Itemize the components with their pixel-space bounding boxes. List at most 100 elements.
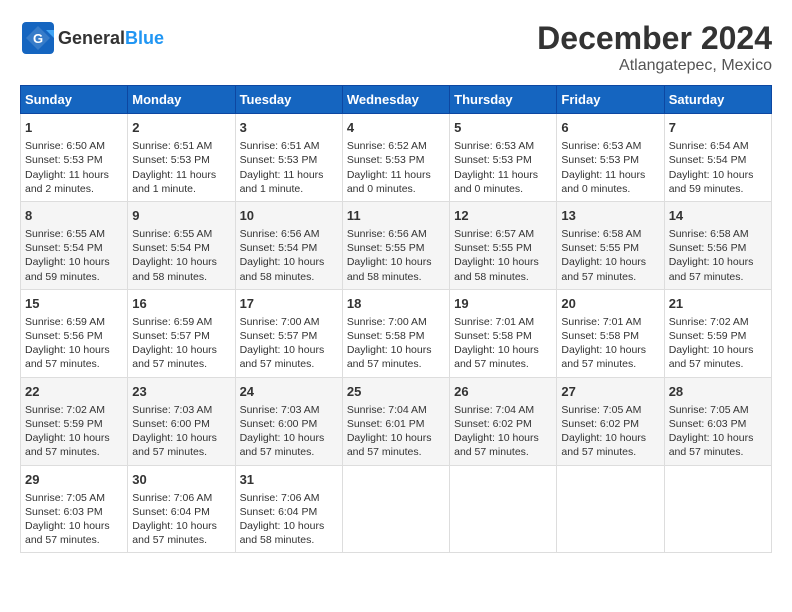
title-block: December 2024 Atlangatepec, Mexico — [537, 20, 772, 75]
day-number: 4 — [347, 119, 445, 137]
day-cell: 25 Sunrise: 7:04 AMSunset: 6:01 PMDayligh… — [342, 377, 449, 465]
day-cell: 16Sunrise: 6:59 AMSunset: 5:57 PMDayligh… — [128, 289, 235, 377]
day-details: Sunrise: 7:01 AMSunset: 5:58 PMDaylight:… — [454, 315, 552, 372]
day-number: 6 — [561, 119, 659, 137]
day-number: 14 — [669, 207, 767, 225]
day-details: Sunrise: 6:57 AMSunset: 5:55 PMDaylight:… — [454, 227, 552, 284]
logo-icon: G — [20, 20, 56, 56]
col-header-wednesday: Wednesday — [342, 86, 449, 114]
day-number: 13 — [561, 207, 659, 225]
svg-text:G: G — [33, 31, 43, 46]
week-row-4: 22 Sunrise: 7:02 AMSunset: 5:59 PMDayligh… — [21, 377, 772, 465]
day-number: 5 — [454, 119, 552, 137]
day-number: 11 — [347, 207, 445, 225]
day-cell — [450, 465, 557, 553]
day-number: 22 — [25, 383, 123, 401]
day-details: Sunrise: 6:50 AMSunset: 5:53 PMDaylight:… — [25, 139, 123, 196]
day-cell: 19 Sunrise: 7:01 AMSunset: 5:58 PMDayligh… — [450, 289, 557, 377]
day-cell: 26 Sunrise: 7:04 AMSunset: 6:02 PMDayligh… — [450, 377, 557, 465]
page-title: December 2024 — [537, 20, 772, 57]
day-number: 21 — [669, 295, 767, 313]
day-number: 26 — [454, 383, 552, 401]
day-details: Sunrise: 6:51 AMSunset: 5:53 PMDaylight:… — [132, 139, 230, 196]
day-cell: 10 Sunrise: 6:56 AMSunset: 5:54 PMDayligh… — [235, 201, 342, 289]
day-details: Sunrise: 7:00 AMSunset: 5:57 PMDaylight:… — [240, 315, 338, 372]
day-cell: 5 Sunrise: 6:53 AMSunset: 5:53 PMDaylight… — [450, 114, 557, 202]
day-details: Sunrise: 7:00 AMSunset: 5:58 PMDaylight:… — [347, 315, 445, 372]
day-cell: 21 Sunrise: 7:02 AMSunset: 5:59 PMDayligh… — [664, 289, 771, 377]
day-details: Sunrise: 7:04 AMSunset: 6:02 PMDaylight:… — [454, 403, 552, 460]
day-number: 19 — [454, 295, 552, 313]
day-number: 8 — [25, 207, 123, 225]
day-details: Sunrise: 7:02 AMSunset: 5:59 PMDaylight:… — [25, 403, 123, 460]
day-cell: 27 Sunrise: 7:05 AMSunset: 6:02 PMDayligh… — [557, 377, 664, 465]
day-number: 2 — [132, 119, 230, 137]
day-cell: 2 Sunrise: 6:51 AMSunset: 5:53 PMDaylight… — [128, 114, 235, 202]
day-details: Sunrise: 6:59 AMSunset: 5:56 PMDaylight:… — [25, 315, 123, 372]
day-cell: 13 Sunrise: 6:58 AMSunset: 5:55 PMDayligh… — [557, 201, 664, 289]
day-details: Sunrise: 7:05 AMSunset: 6:03 PMDaylight:… — [25, 491, 123, 548]
day-number: 29 — [25, 471, 123, 489]
day-number: 25 — [347, 383, 445, 401]
week-row-1: 1Sunrise: 6:50 AMSunset: 5:53 PMDaylight… — [21, 114, 772, 202]
day-details: Sunrise: 6:59 AMSunset: 5:57 PMDaylight:… — [132, 315, 230, 372]
day-number: 10 — [240, 207, 338, 225]
day-details: Sunrise: 7:02 AMSunset: 5:59 PMDaylight:… — [669, 315, 767, 372]
day-cell: 1Sunrise: 6:50 AMSunset: 5:53 PMDaylight… — [21, 114, 128, 202]
day-number: 9 — [132, 207, 230, 225]
day-number: 23 — [132, 383, 230, 401]
week-row-3: 15 Sunrise: 6:59 AMSunset: 5:56 PMDayligh… — [21, 289, 772, 377]
col-header-thursday: Thursday — [450, 86, 557, 114]
day-cell: 6 Sunrise: 6:53 AMSunset: 5:53 PMDaylight… — [557, 114, 664, 202]
day-cell: 30Sunrise: 7:06 AMSunset: 6:04 PMDayligh… — [128, 465, 235, 553]
logo-text: GeneralBlue — [58, 28, 164, 49]
day-cell — [557, 465, 664, 553]
col-header-sunday: Sunday — [21, 86, 128, 114]
day-number: 20 — [561, 295, 659, 313]
day-details: Sunrise: 7:03 AMSunset: 6:00 PMDaylight:… — [132, 403, 230, 460]
day-number: 24 — [240, 383, 338, 401]
day-cell: 28 Sunrise: 7:05 AMSunset: 6:03 PMDayligh… — [664, 377, 771, 465]
day-cell: 8 Sunrise: 6:55 AMSunset: 5:54 PMDaylight… — [21, 201, 128, 289]
day-cell: 12Sunrise: 6:57 AMSunset: 5:55 PMDayligh… — [450, 201, 557, 289]
day-details: Sunrise: 6:53 AMSunset: 5:53 PMDaylight:… — [561, 139, 659, 196]
day-details: Sunrise: 6:58 AMSunset: 5:56 PMDaylight:… — [669, 227, 767, 284]
day-number: 3 — [240, 119, 338, 137]
day-details: Sunrise: 6:58 AMSunset: 5:55 PMDaylight:… — [561, 227, 659, 284]
day-details: Sunrise: 6:56 AMSunset: 5:54 PMDaylight:… — [240, 227, 338, 284]
col-header-monday: Monday — [128, 86, 235, 114]
header-row: SundayMondayTuesdayWednesdayThursdayFrid… — [21, 86, 772, 114]
day-details: Sunrise: 7:03 AMSunset: 6:00 PMDaylight:… — [240, 403, 338, 460]
day-details: Sunrise: 7:01 AMSunset: 5:58 PMDaylight:… — [561, 315, 659, 372]
day-cell: 18Sunrise: 7:00 AMSunset: 5:58 PMDayligh… — [342, 289, 449, 377]
col-header-friday: Friday — [557, 86, 664, 114]
day-details: Sunrise: 7:05 AMSunset: 6:03 PMDaylight:… — [669, 403, 767, 460]
day-number: 17 — [240, 295, 338, 313]
day-number: 15 — [25, 295, 123, 313]
day-number: 27 — [561, 383, 659, 401]
day-details: Sunrise: 7:04 AMSunset: 6:01 PMDaylight:… — [347, 403, 445, 460]
day-details: Sunrise: 6:51 AMSunset: 5:53 PMDaylight:… — [240, 139, 338, 196]
day-number: 28 — [669, 383, 767, 401]
day-details: Sunrise: 6:52 AMSunset: 5:53 PMDaylight:… — [347, 139, 445, 196]
day-cell: 22 Sunrise: 7:02 AMSunset: 5:59 PMDayligh… — [21, 377, 128, 465]
day-cell: 7Sunrise: 6:54 AMSunset: 5:54 PMDaylight… — [664, 114, 771, 202]
day-cell: 29 Sunrise: 7:05 AMSunset: 6:03 PMDayligh… — [21, 465, 128, 553]
day-cell: 9Sunrise: 6:55 AMSunset: 5:54 PMDaylight… — [128, 201, 235, 289]
day-cell: 15 Sunrise: 6:59 AMSunset: 5:56 PMDayligh… — [21, 289, 128, 377]
day-number: 30 — [132, 471, 230, 489]
day-cell: 3 Sunrise: 6:51 AMSunset: 5:53 PMDaylight… — [235, 114, 342, 202]
day-number: 31 — [240, 471, 338, 489]
day-details: Sunrise: 7:05 AMSunset: 6:02 PMDaylight:… — [561, 403, 659, 460]
day-cell: 23 Sunrise: 7:03 AMSunset: 6:00 PMDayligh… — [128, 377, 235, 465]
day-cell: 24 Sunrise: 7:03 AMSunset: 6:00 PMDayligh… — [235, 377, 342, 465]
page-subtitle: Atlangatepec, Mexico — [537, 57, 772, 75]
day-details: Sunrise: 6:54 AMSunset: 5:54 PMDaylight:… — [669, 139, 767, 196]
day-cell: 11Sunrise: 6:56 AMSunset: 5:55 PMDayligh… — [342, 201, 449, 289]
day-details: Sunrise: 6:55 AMSunset: 5:54 PMDaylight:… — [25, 227, 123, 284]
day-details: Sunrise: 7:06 AMSunset: 6:04 PMDaylight:… — [240, 491, 338, 548]
day-details: Sunrise: 6:53 AMSunset: 5:53 PMDaylight:… — [454, 139, 552, 196]
page-header: G GeneralBlue December 2024 Atlangatepec… — [20, 20, 772, 75]
day-cell: 31 Sunrise: 7:06 AMSunset: 6:04 PMDayligh… — [235, 465, 342, 553]
col-header-tuesday: Tuesday — [235, 86, 342, 114]
